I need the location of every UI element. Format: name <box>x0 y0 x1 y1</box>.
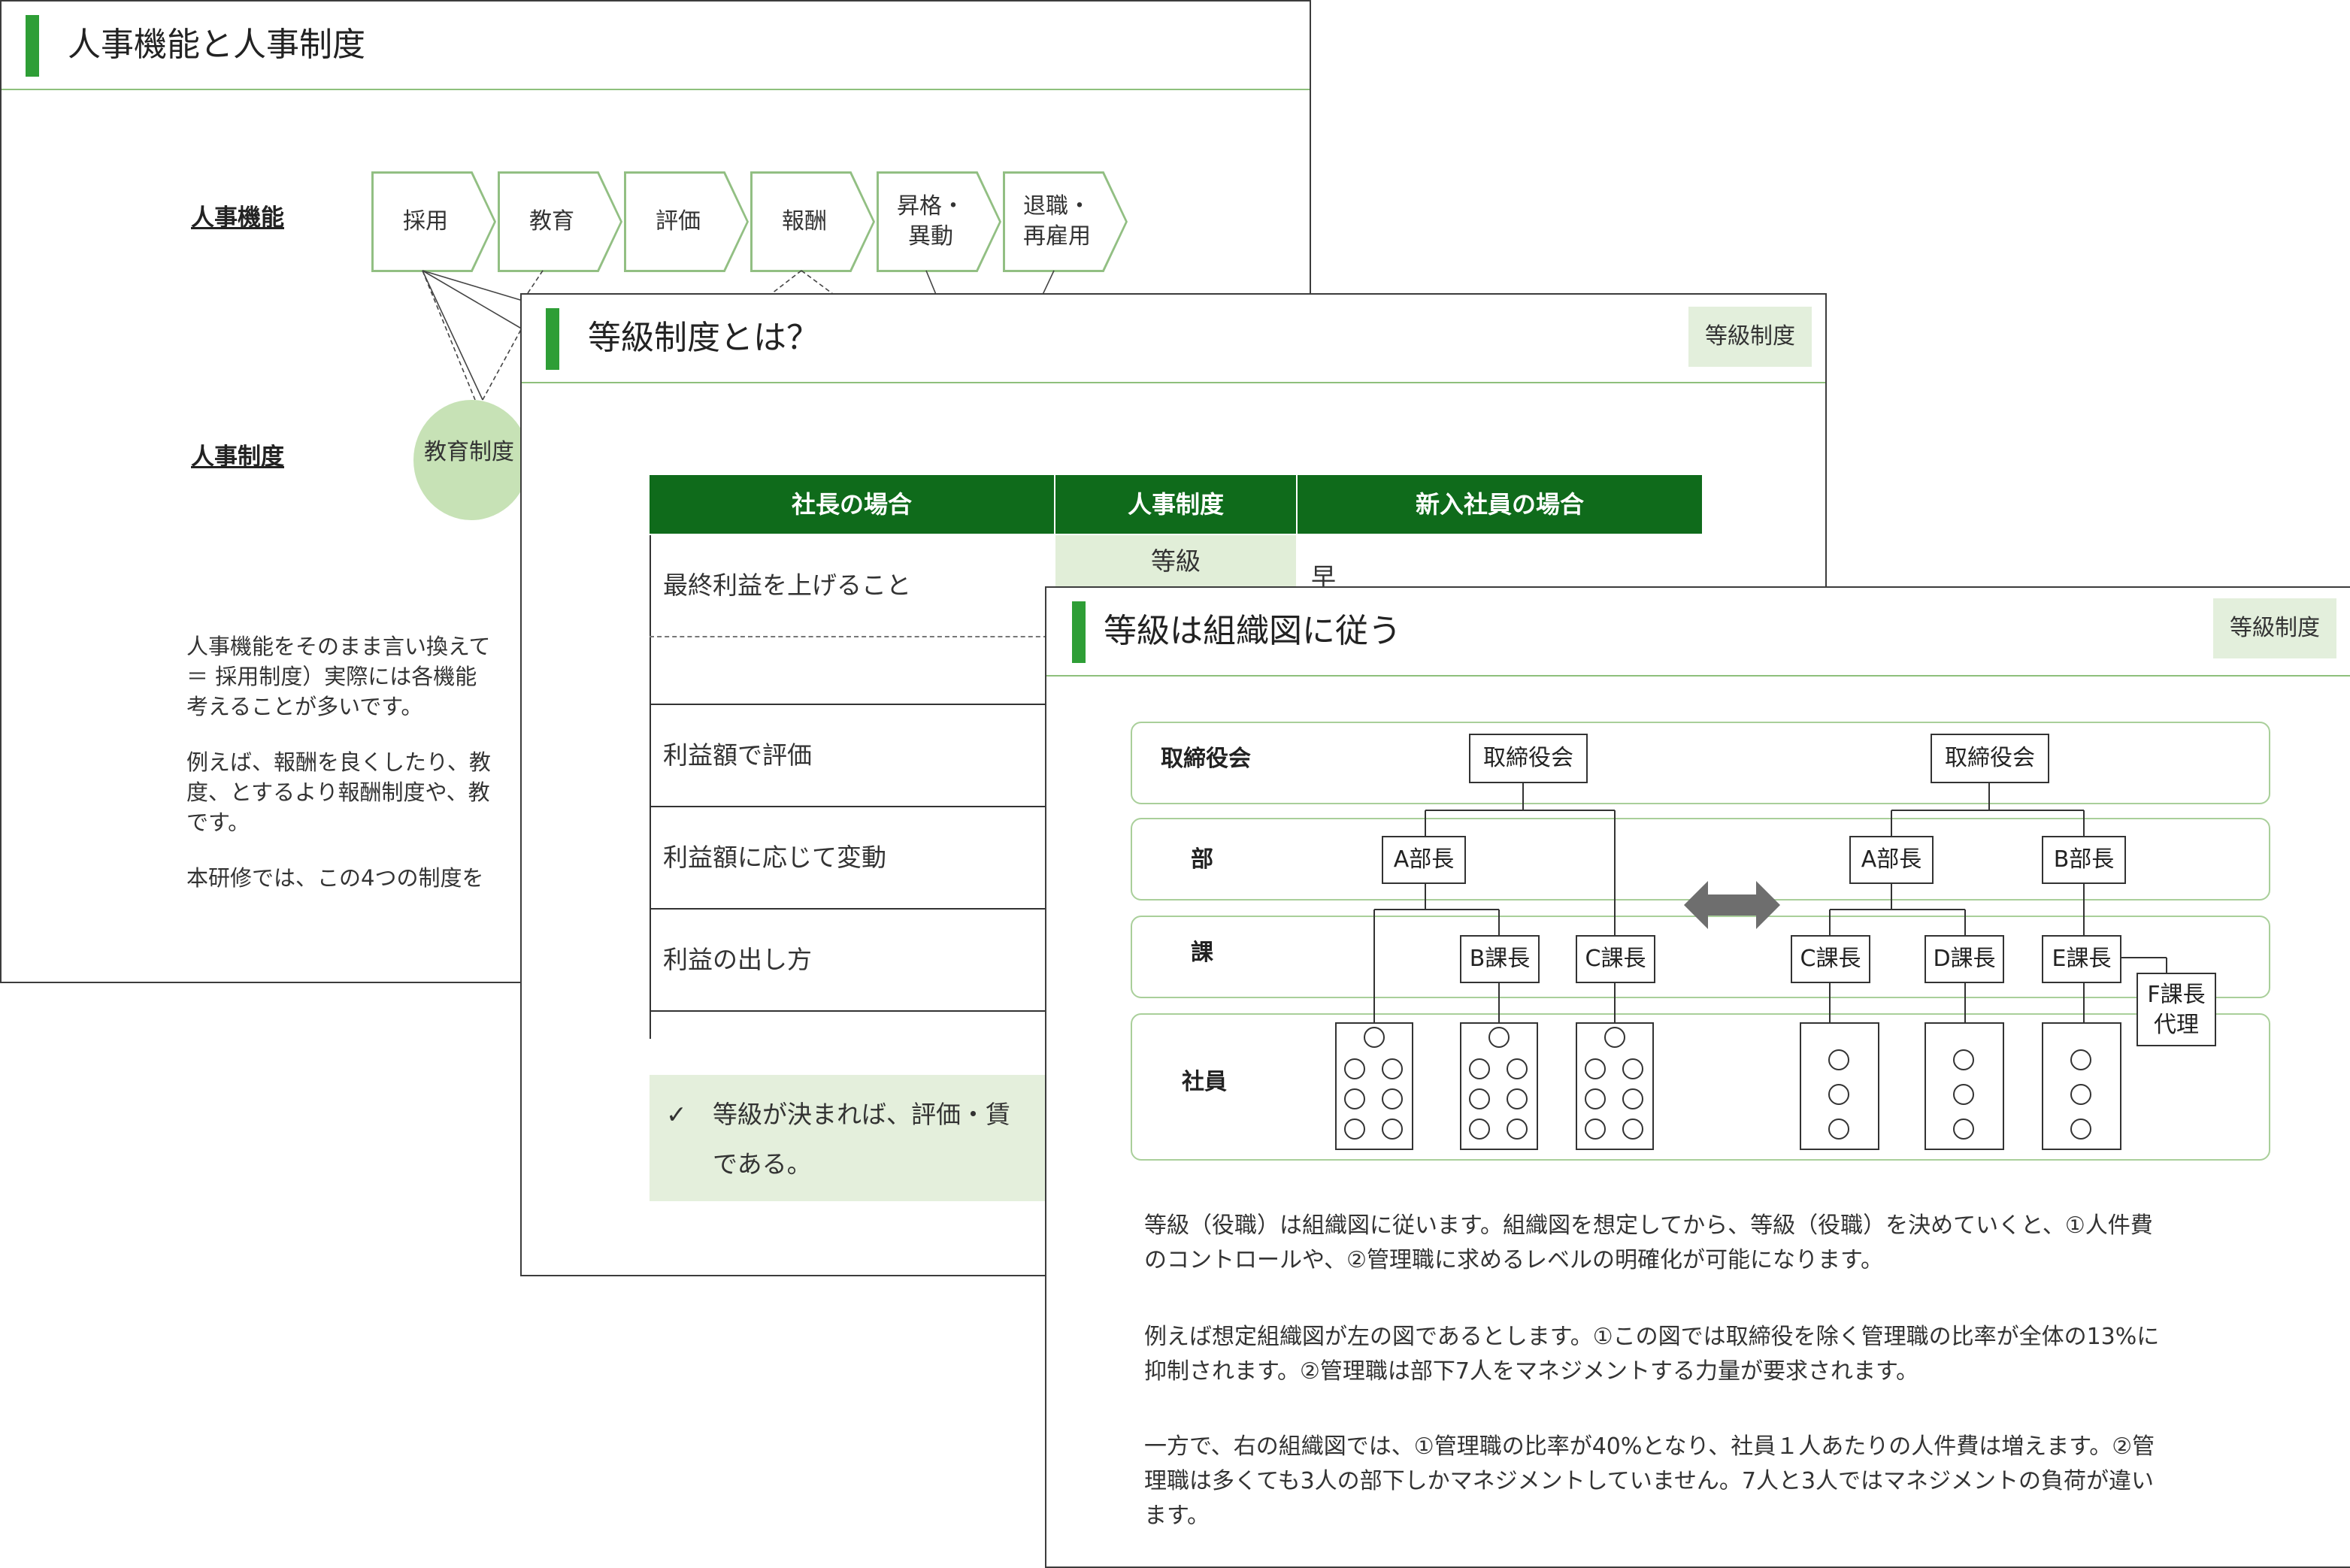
org-box-dept: A部長 <box>1382 836 1466 884</box>
employee-icon <box>1953 1049 1974 1070</box>
employee-icon <box>2070 1084 2091 1105</box>
table-divider <box>650 1010 1055 1012</box>
org-box-deputy: F課長 代理 <box>2137 973 2216 1046</box>
org-box-section: B課長 <box>1460 935 1540 983</box>
employee-group <box>2042 1022 2121 1150</box>
slide-title: 等級制度とは？ <box>588 319 819 357</box>
table-row: 利益額に応じて変動 <box>663 843 886 872</box>
employee-icon <box>1344 1118 1365 1140</box>
employee-icon <box>2070 1118 2091 1140</box>
employee-group <box>1800 1022 1879 1150</box>
check-icon: ✓ <box>666 1100 687 1129</box>
employee-icon <box>1488 1027 1510 1048</box>
org-box-section: C課長 <box>1791 935 1870 983</box>
slide-org-chart: 等級は組織図に従う 等級制度 取締役会 部 課 社員 取締役会 A部長 B課長 … <box>1045 586 2350 1568</box>
paragraph: 本研修では、この4つの制度を <box>186 865 484 891</box>
employee-group <box>1925 1022 2004 1150</box>
system-circle-education: 教育制度 <box>413 400 529 520</box>
table-row: 利益額で評価 <box>663 740 812 770</box>
callout-line: である。 <box>713 1149 812 1179</box>
org-box-board: 取締役会 <box>1469 734 1588 783</box>
employee-icon <box>1585 1118 1606 1140</box>
table-header: 社長の場合 <box>650 475 1054 534</box>
employee-icon <box>1382 1088 1403 1109</box>
employee-icon <box>1382 1118 1403 1140</box>
double-arrow-icon <box>1684 881 1780 929</box>
paragraph: 人事機能をそのまま言い換えて ＝ 採用制度）実際には各機能 考えることが多いです… <box>186 634 491 719</box>
paragraph: 一方で、右の組織図では、①管理職の比率が40%となり、社員１人あたりの人件費は増… <box>1144 1433 2155 1529</box>
table-row: 利益の出し方 <box>663 945 812 974</box>
employee-icon <box>1364 1027 1385 1048</box>
employee-icon <box>1604 1027 1625 1048</box>
org-box-section: D課長 <box>1925 935 2004 983</box>
org-box-board: 取締役会 <box>1931 734 2049 783</box>
org-connectors <box>1373 783 2167 1022</box>
title-accent-bar <box>546 308 559 370</box>
org-box-dept: B部長 <box>2042 836 2126 884</box>
employee-icon <box>2070 1049 2091 1070</box>
employee-icon <box>1507 1058 1528 1079</box>
employee-icon <box>1622 1118 1643 1140</box>
employee-icon <box>1382 1058 1403 1079</box>
paragraph: 例えば想定組織図が左の図であるとします。①この図では取締役を除く管理職の比率が全… <box>1144 1324 2160 1385</box>
employee-group <box>1460 1022 1538 1150</box>
table-row: 最終利益を上げること <box>663 571 911 600</box>
employee-icon <box>1585 1088 1606 1109</box>
org-box-section: E課長 <box>2042 935 2121 983</box>
employee-icon <box>1469 1118 1490 1140</box>
paragraph: 等級（役職）は組織図に従います。組織図を想定してから、等級（役職）を決めていくと… <box>1144 1212 2153 1273</box>
employee-icon <box>1622 1058 1643 1079</box>
table-header: 人事制度 <box>1055 475 1296 534</box>
table-cell: 等級 <box>1151 546 1201 576</box>
employee-icon <box>1507 1118 1528 1140</box>
paragraph: 例えば、報酬を良くしたり、教 度、とするより報酬制度や、教 です。 <box>186 749 491 835</box>
employee-group <box>1576 1022 1654 1150</box>
employee-icon <box>1469 1088 1490 1109</box>
employee-icon <box>1622 1088 1643 1109</box>
callout-line: 等級が決まれば、評価・賃 <box>713 1100 1010 1129</box>
section-tag: 等級制度 <box>1688 307 1812 367</box>
employee-icon <box>1344 1088 1365 1109</box>
employee-icon <box>1585 1058 1606 1079</box>
employee-icon <box>1828 1118 1849 1140</box>
employee-icon <box>1344 1058 1365 1079</box>
org-box-dept: A部長 <box>1849 836 1934 884</box>
employee-icon <box>1953 1084 1974 1105</box>
employee-icon <box>1469 1058 1490 1079</box>
employee-icon <box>1953 1118 1974 1140</box>
employee-icon <box>1828 1084 1849 1105</box>
table-row <box>650 637 1054 704</box>
org-box-section: C課長 <box>1576 935 1655 983</box>
employee-icon <box>1828 1049 1849 1070</box>
table-header: 新入社員の場合 <box>1298 475 1702 534</box>
employee-icon <box>1507 1088 1528 1109</box>
employee-group <box>1335 1022 1413 1150</box>
slide-header: 等級制度とは？ 等級制度 <box>522 295 1825 383</box>
